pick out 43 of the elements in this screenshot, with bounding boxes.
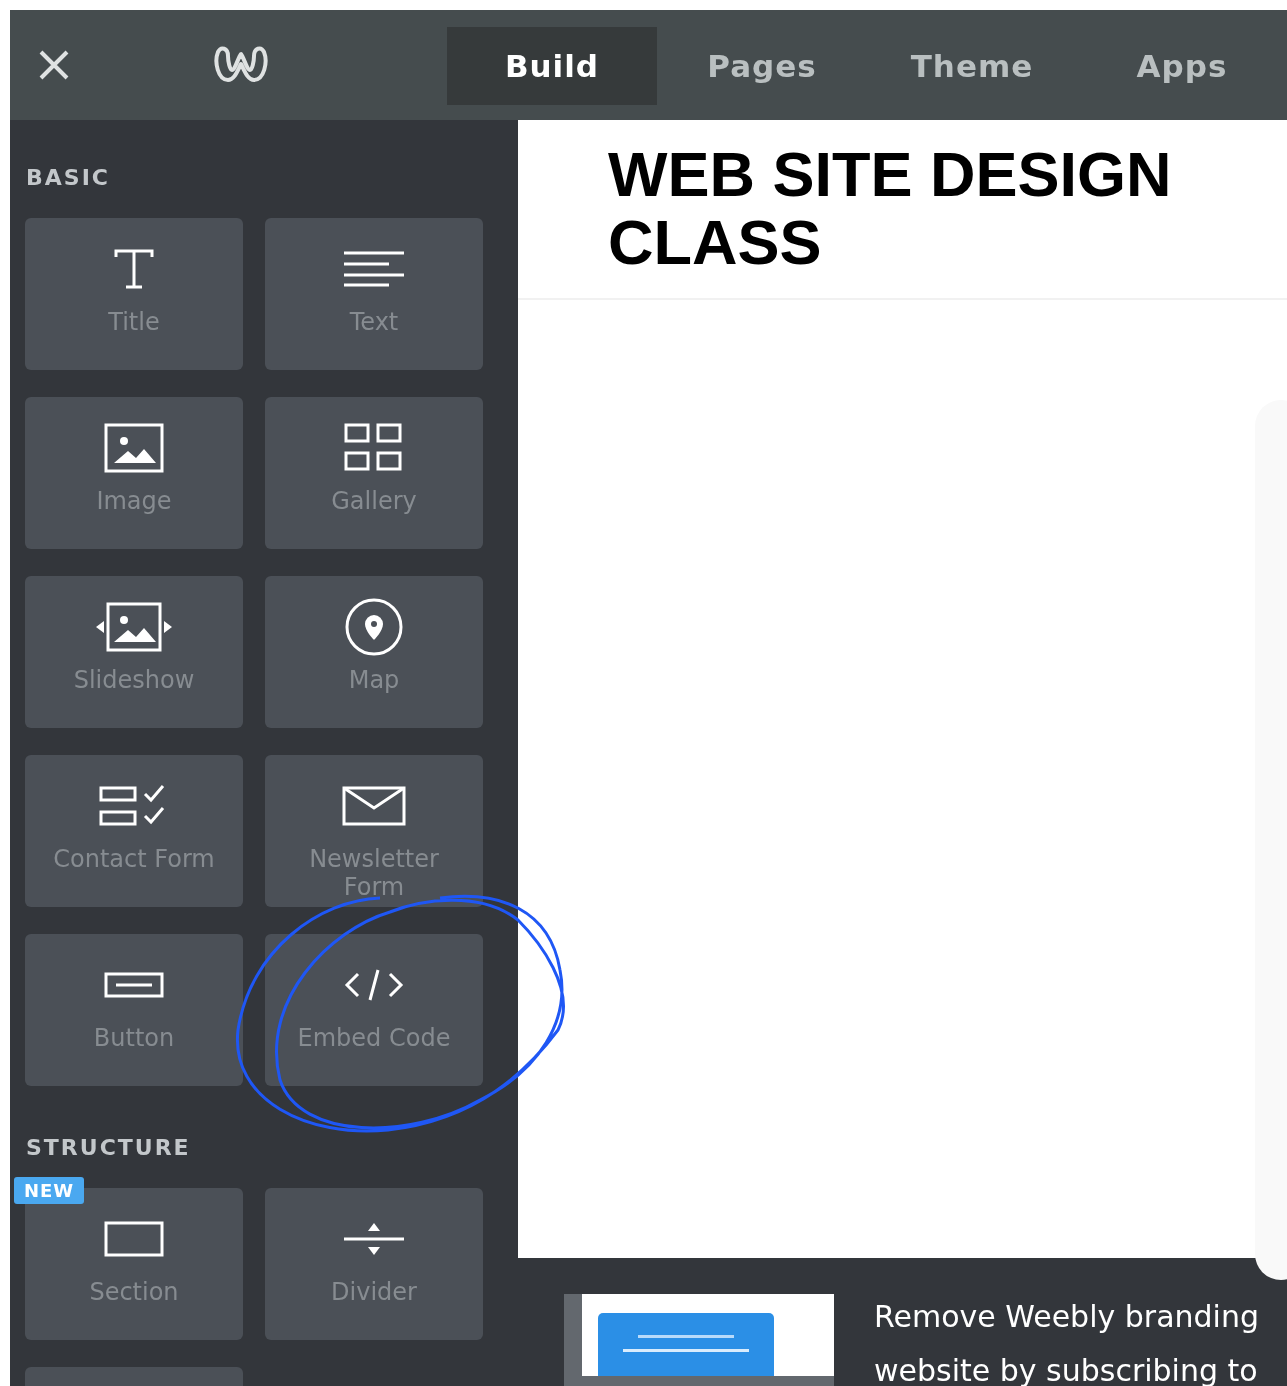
tile-label: Title [108, 308, 160, 336]
tile-label: Button [93, 1024, 175, 1052]
element-tile[interactable]: Title [25, 218, 243, 370]
element-tile[interactable]: Gallery [265, 397, 483, 549]
page-title: WEB SITE DESIGN CLASS [608, 140, 1173, 276]
tile-label: Gallery [331, 487, 417, 515]
button-shape-icon [104, 972, 164, 998]
tile-label: Divider [331, 1278, 417, 1306]
code-brackets-icon [344, 968, 404, 1002]
tile-label: Map [348, 666, 400, 694]
element-tile[interactable]: Embed Code [265, 934, 483, 1086]
element-tile[interactable]: Image [25, 397, 243, 549]
element-tile[interactable]: Map [265, 576, 483, 728]
element-tile[interactable]: Newsletter Form [265, 755, 483, 907]
tile-label: Slideshow [73, 666, 195, 694]
element-tile[interactable]: Contact Form [25, 755, 243, 907]
nav-tab[interactable]: Build [447, 27, 657, 105]
nav-tab[interactable]: Pages [657, 27, 867, 105]
image-icon [104, 423, 164, 473]
title-t-icon [112, 249, 156, 289]
tile-label: Embed Code [297, 1024, 451, 1052]
new-badge: NEW [14, 1177, 85, 1204]
element-tile[interactable]: Divider [265, 1188, 483, 1340]
tile-label: Contact Form [53, 845, 215, 873]
tile-label: Text [349, 308, 399, 336]
nav-tab[interactable]: Theme [867, 27, 1077, 105]
nav-tab[interactable]: Apps [1077, 27, 1287, 105]
map-pin-icon [344, 597, 404, 657]
section-heading: BASIC [26, 164, 111, 192]
rectangle-icon [104, 1221, 164, 1257]
tile-label: Section [89, 1278, 179, 1306]
element-tile[interactable]: Slideshow [25, 576, 243, 728]
gallery-grid-icon [344, 423, 404, 473]
element-tile[interactable]: Text [265, 218, 483, 370]
banner-text: Remove Weebly branding [874, 1298, 1259, 1336]
tile-label: Newsletter Form [308, 845, 440, 901]
tile-label: Image [96, 487, 172, 515]
close-icon[interactable] [38, 49, 70, 81]
text-lines-icon [344, 251, 404, 287]
section-heading: STRUCTURE [26, 1134, 192, 1162]
envelope-icon [342, 786, 406, 826]
divider-icon [344, 1221, 404, 1257]
element-tile[interactable]: Button [25, 934, 243, 1086]
